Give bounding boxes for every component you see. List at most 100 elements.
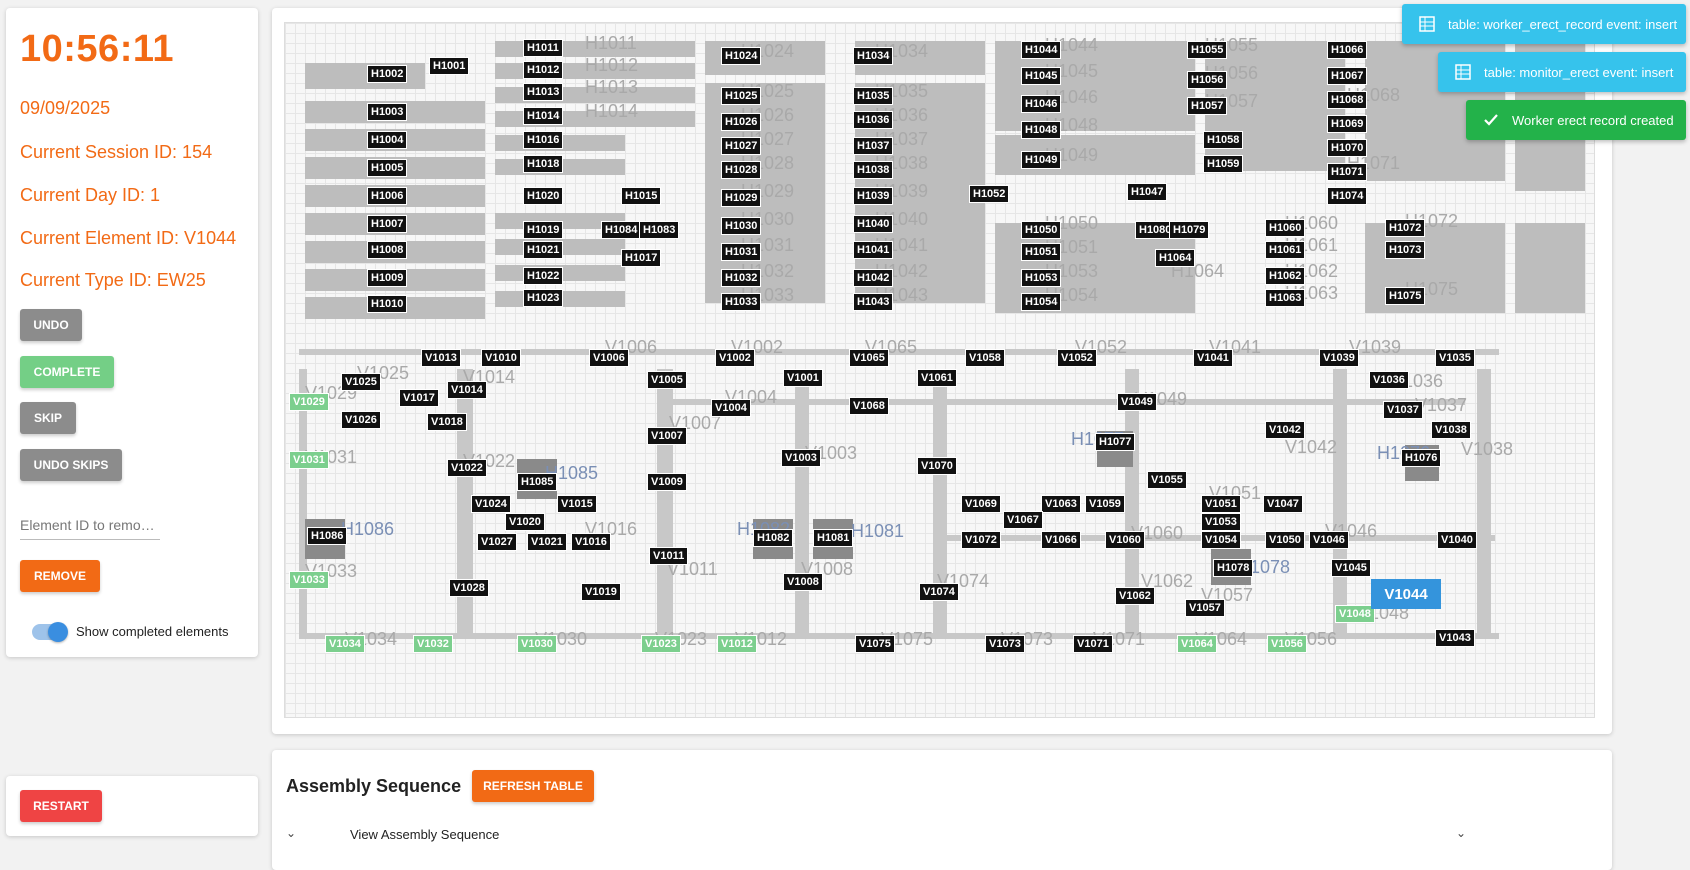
element-tag[interactable]: V1071 <box>1073 635 1113 653</box>
element-tag[interactable]: V1059 <box>1085 495 1125 513</box>
element-tag[interactable]: H1069 <box>1327 115 1368 133</box>
element-tag[interactable]: H1023 <box>523 289 564 307</box>
undo-button[interactable]: UNDO <box>20 309 82 341</box>
toast-worker-erect-created[interactable]: Worker erect record created <box>1466 100 1686 140</box>
element-tag[interactable]: V1067 <box>1003 511 1043 529</box>
element-tag[interactable]: V1010 <box>481 349 521 367</box>
element-tag[interactable]: H1030 <box>721 217 762 235</box>
element-tag[interactable]: V1027 <box>477 533 517 551</box>
element-tag[interactable]: V1053 <box>1201 513 1241 531</box>
element-tag[interactable]: V1016 <box>571 533 611 551</box>
element-tag[interactable]: V1055 <box>1147 471 1187 489</box>
element-tag[interactable]: H1083 <box>639 221 680 239</box>
element-tag[interactable]: V1049 <box>1117 393 1157 411</box>
element-tag[interactable]: V1058 <box>965 349 1005 367</box>
element-tag[interactable]: V1062 <box>1115 587 1155 605</box>
element-tag[interactable]: V1022 <box>447 459 487 477</box>
chevron-down-icon[interactable]: ⌄ <box>286 826 296 840</box>
element-tag[interactable]: V1018 <box>427 413 467 431</box>
element-tag[interactable]: H1003 <box>367 103 408 121</box>
element-tag[interactable]: V1074 <box>919 583 959 601</box>
element-tag[interactable]: H1034 <box>853 47 894 65</box>
element-tag[interactable]: H1009 <box>367 269 408 287</box>
element-tag[interactable]: H1076 <box>1401 449 1442 467</box>
element-tag[interactable]: V1017 <box>399 389 439 407</box>
element-tag[interactable]: V1001 <box>783 369 823 387</box>
element-tag[interactable]: V1038 <box>1431 421 1471 439</box>
completed-element-tag[interactable]: V1048 <box>1335 605 1375 623</box>
element-tag[interactable]: V1037 <box>1383 401 1423 419</box>
element-tag[interactable]: V1003 <box>781 449 821 467</box>
element-tag[interactable]: V1014 <box>447 381 487 399</box>
element-tag[interactable]: H1042 <box>853 269 894 287</box>
element-tag[interactable]: H1029 <box>721 189 762 207</box>
element-tag[interactable]: V1002 <box>715 349 755 367</box>
element-tag[interactable]: H1044 <box>1021 41 1062 59</box>
element-tag[interactable]: V1026 <box>341 411 381 429</box>
element-tag[interactable]: H1072 <box>1385 219 1426 237</box>
element-tag[interactable]: H1049 <box>1021 151 1062 169</box>
element-tag[interactable]: V1066 <box>1041 531 1081 549</box>
element-tag[interactable]: H1052 <box>969 185 1010 203</box>
element-tag[interactable]: H1068 <box>1327 91 1368 109</box>
element-tag[interactable]: H1048 <box>1021 121 1062 139</box>
element-tag[interactable]: V1024 <box>471 495 511 513</box>
element-id-input[interactable] <box>20 510 160 540</box>
element-tag[interactable]: H1020 <box>523 187 564 205</box>
element-tag[interactable]: V1039 <box>1319 349 1359 367</box>
element-tag[interactable]: H1026 <box>721 113 762 131</box>
element-tag[interactable]: H1079 <box>1169 221 1210 239</box>
completed-element-tag[interactable]: V1031 <box>289 451 329 469</box>
element-tag[interactable]: H1075 <box>1385 287 1426 305</box>
element-tag[interactable]: V1035 <box>1435 349 1475 367</box>
element-tag[interactable]: H1004 <box>367 131 408 149</box>
element-tag[interactable]: V1065 <box>849 349 889 367</box>
element-tag[interactable]: H1031 <box>721 243 762 261</box>
element-tag[interactable]: V1006 <box>589 349 629 367</box>
element-tag[interactable]: H1054 <box>1021 293 1062 311</box>
element-tag[interactable]: H1043 <box>853 293 894 311</box>
element-tag[interactable]: H1012 <box>523 61 564 79</box>
completed-element-tag[interactable]: V1033 <box>289 571 329 589</box>
element-tag[interactable]: H1045 <box>1021 67 1062 85</box>
element-tag[interactable]: H1059 <box>1203 155 1244 173</box>
element-tag[interactable]: H1006 <box>367 187 408 205</box>
element-tag[interactable]: V1045 <box>1331 559 1371 577</box>
element-tag[interactable]: V1025 <box>341 373 381 391</box>
element-tag[interactable]: V1019 <box>581 583 621 601</box>
element-tag[interactable]: H1037 <box>853 137 894 155</box>
element-tag[interactable]: V1041 <box>1193 349 1233 367</box>
remove-button[interactable]: REMOVE <box>20 560 100 592</box>
element-tag[interactable]: H1041 <box>853 241 894 259</box>
element-tag[interactable]: H1022 <box>523 267 564 285</box>
element-tag[interactable]: H1082 <box>753 529 794 547</box>
element-tag[interactable]: H1007 <box>367 215 408 233</box>
element-tag[interactable]: H1017 <box>621 249 662 267</box>
element-tag[interactable]: H1038 <box>853 161 894 179</box>
view-assembly-sequence-toggle[interactable]: View Assembly Sequence <box>350 827 499 842</box>
completed-element-tag[interactable]: V1064 <box>1177 635 1217 653</box>
element-tag[interactable]: H1016 <box>523 131 564 149</box>
element-tag[interactable]: V1061 <box>917 369 957 387</box>
element-tag[interactable]: V1070 <box>917 457 957 475</box>
element-tag[interactable]: V1060 <box>1105 531 1145 549</box>
element-tag[interactable]: H1018 <box>523 155 564 173</box>
element-tag[interactable]: H1060 <box>1265 219 1306 237</box>
element-tag[interactable]: H1027 <box>721 137 762 155</box>
element-tag[interactable]: H1067 <box>1327 67 1368 85</box>
completed-element-tag[interactable]: V1030 <box>517 635 557 653</box>
element-tag[interactable]: H1010 <box>367 295 408 313</box>
element-tag[interactable]: H1064 <box>1155 249 1196 267</box>
show-completed-toggle[interactable] <box>32 622 68 642</box>
element-tag[interactable]: V1046 <box>1309 531 1349 549</box>
refresh-table-button[interactable]: REFRESH TABLE <box>472 770 594 802</box>
element-tag[interactable]: H1028 <box>721 161 762 179</box>
toast-worker-erect-insert[interactable]: table: worker_erect_record event: insert <box>1402 4 1686 44</box>
element-tag[interactable]: H1066 <box>1327 41 1368 59</box>
chevron-down-icon[interactable]: ⌄ <box>1456 826 1466 840</box>
element-tag[interactable]: H1071 <box>1327 163 1368 181</box>
element-tag[interactable]: H1070 <box>1327 139 1368 157</box>
element-tag[interactable]: H1073 <box>1385 241 1426 259</box>
element-tag[interactable]: V1063 <box>1041 495 1081 513</box>
completed-element-tag[interactable]: V1056 <box>1267 635 1307 653</box>
